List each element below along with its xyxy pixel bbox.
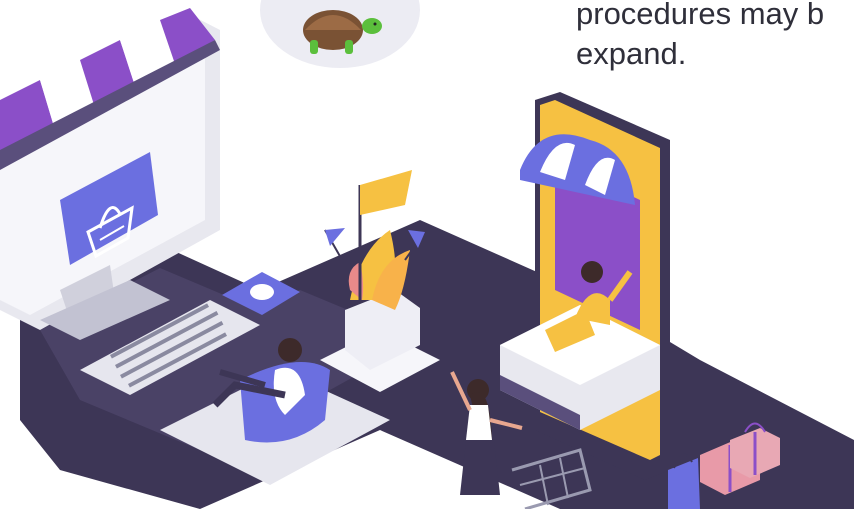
illustration-stage: procedures may b expand. (0, 0, 854, 509)
caption-line-1: procedures may b (576, 0, 825, 31)
ecommerce-illustration (0, 0, 854, 509)
caption-line-2: expand. (576, 36, 687, 71)
turtle-badge (260, 0, 420, 68)
caption-text: procedures may b expand. (576, 0, 854, 74)
